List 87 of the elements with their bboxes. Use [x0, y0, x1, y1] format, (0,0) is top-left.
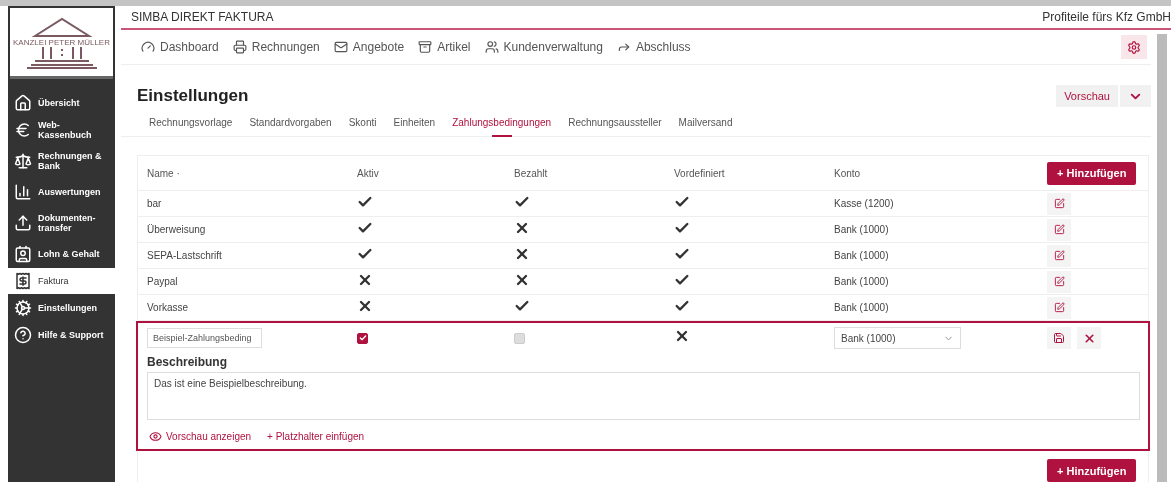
- table-cell-text: SEPA-Lastschrift: [147, 250, 223, 261]
- table-cell-text: Bank (1000): [834, 224, 890, 235]
- tab[interactable]: Einheiten: [393, 113, 436, 136]
- column-header: Aktiv: [357, 167, 380, 179]
- sidebar-item[interactable]: Hilfe & Support: [8, 322, 115, 348]
- edit-icon: [1053, 302, 1065, 313]
- help-icon: [14, 326, 32, 344]
- mail-icon: [333, 40, 348, 54]
- edit-button[interactable]: [1047, 192, 1071, 215]
- tab[interactable]: Zahlungsbedingungen: [452, 113, 552, 136]
- tab[interactable]: Skonti: [348, 113, 377, 136]
- add-button[interactable]: + Hinzufügen: [1047, 161, 1137, 185]
- edit-icon: [1053, 250, 1065, 261]
- edit-icon: [1053, 198, 1065, 209]
- logo-text: KANZLEI PETER MÜLLER: [13, 37, 110, 47]
- nav-link[interactable]: Dashboard: [141, 40, 219, 54]
- table-cell-text: Überweisung: [147, 224, 207, 235]
- table-cell-text: Bank (1000): [834, 250, 890, 261]
- nav-link[interactable]: Rechnungen: [232, 40, 320, 54]
- table-cell-text: Paypal: [147, 276, 179, 287]
- person-document-icon: [14, 245, 32, 263]
- check-icon: [358, 334, 367, 342]
- sidebar-item[interactable]: Web-Kassenbuch: [8, 117, 115, 143]
- insert-placeholder-link[interactable]: + Platzhalter einfügen: [267, 430, 365, 443]
- edit-button[interactable]: [1047, 244, 1071, 267]
- house-icon: [14, 94, 32, 112]
- save-icon: [1053, 332, 1065, 344]
- scales-icon: [14, 152, 32, 170]
- edit-button[interactable]: [1047, 296, 1071, 319]
- settings-icon: [1127, 39, 1141, 55]
- dropdown-button[interactable]: [1120, 85, 1151, 107]
- nav-link[interactable]: Kundenverwaltung: [484, 40, 603, 54]
- column-header: Konto: [834, 167, 862, 179]
- tab[interactable]: Rechnungsvorlage: [149, 113, 233, 136]
- archive-icon: [418, 40, 433, 54]
- sidebar-item[interactable]: Rechnungen & Bank: [8, 144, 115, 178]
- euro-icon: [14, 121, 32, 139]
- column-header: Vordefiniert: [674, 167, 726, 179]
- table-cell-text: Vorkasse: [147, 302, 190, 313]
- eye-icon: [149, 430, 162, 443]
- edit-icon: [1053, 276, 1065, 287]
- company-name: Profiteile fürs Kfz GmbH: [1042, 10, 1171, 24]
- chart-icon: [14, 183, 32, 201]
- checkbox[interactable]: [357, 332, 368, 344]
- account-select[interactable]: Bank (1000): [834, 327, 961, 349]
- sidebar-item[interactable]: Faktura: [8, 268, 115, 294]
- edit-button[interactable]: [1047, 218, 1071, 241]
- description-text-area[interactable]: Das ist eine Beispielbeschreibung.: [147, 372, 1140, 420]
- preview-link[interactable]: Vorschau anzeigen: [149, 430, 252, 443]
- column-header: Bezahlt: [514, 167, 549, 179]
- upload-icon: [14, 214, 32, 232]
- gears-icon: [14, 299, 32, 317]
- sidebar-item[interactable]: Übersicht: [8, 90, 115, 116]
- edit-button[interactable]: [1047, 270, 1071, 293]
- forward-arrow-icon: [616, 40, 631, 54]
- tab[interactable]: Mailversand: [678, 113, 733, 136]
- column-header: Name ·: [147, 167, 181, 179]
- sidebar-item[interactable]: Dokumenten-transfer: [8, 206, 115, 240]
- printer-icon: [232, 40, 247, 54]
- nav-link[interactable]: Artikel: [418, 40, 471, 54]
- description-label: Beschreibung: [147, 355, 228, 369]
- sidebar-item[interactable]: Lohn & Gehalt: [8, 241, 115, 267]
- cancel-button[interactable]: [1077, 327, 1101, 349]
- tab[interactable]: Rechnungsaussteller: [568, 113, 662, 136]
- save-button[interactable]: [1047, 327, 1071, 349]
- table-cell-text: Kasse (1200): [834, 198, 895, 209]
- app-title: SIMBA DIREKT FAKTURA: [131, 10, 274, 24]
- scrollbar[interactable]: [1157, 34, 1167, 482]
- table-cell-text: bar: [147, 198, 163, 209]
- sidebar-item[interactable]: Einstellungen: [8, 295, 115, 321]
- receipt-icon: [14, 272, 32, 290]
- edit-icon: [1053, 224, 1065, 235]
- name-input-field[interactable]: Beispiel-Zahlungsbeding: [147, 328, 262, 348]
- close-icon: [1082, 331, 1096, 345]
- nav-link[interactable]: Abschluss: [616, 40, 691, 54]
- columns-logo-icon: [26, 46, 97, 69]
- settings-button[interactable]: [1121, 35, 1147, 59]
- table-cell-text: Bank (1000): [834, 276, 890, 287]
- gauge-icon: [141, 40, 155, 54]
- table-cell-text: Bank (1000): [834, 302, 890, 313]
- page-title: Einstellungen: [137, 86, 249, 106]
- preview-button[interactable]: Vorschau: [1056, 85, 1118, 107]
- sidebar-item[interactable]: Auswertungen: [8, 179, 115, 205]
- nav-link[interactable]: Angebote: [333, 40, 405, 54]
- users-icon: [484, 40, 499, 54]
- add-button[interactable]: + Hinzufügen: [1047, 459, 1137, 482]
- tab[interactable]: Standardvorgaben: [249, 113, 332, 136]
